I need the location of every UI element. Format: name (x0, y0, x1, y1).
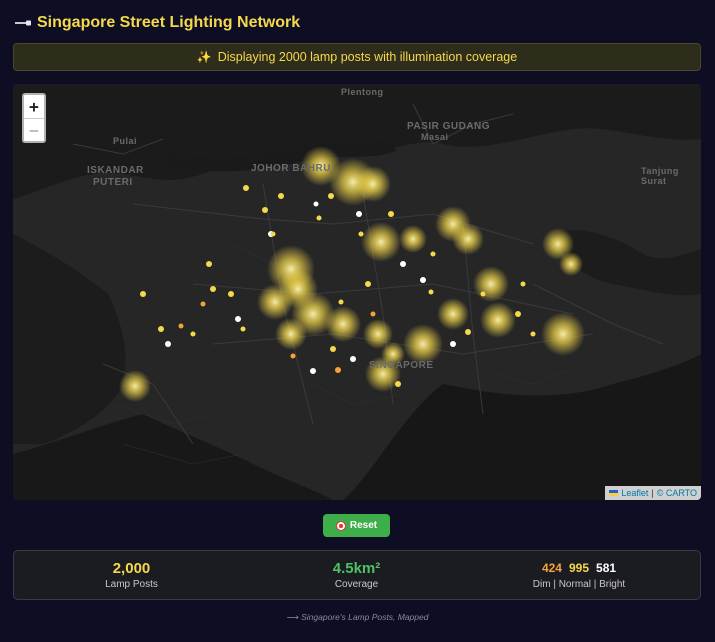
page-title: Singapore Street Lighting Network (15, 14, 300, 32)
stat-brightness: 424 995 581 Dim | Normal | Bright (519, 551, 639, 599)
normal-count: 995 (568, 560, 590, 575)
reset-label: Reset (349, 520, 378, 531)
target-icon (335, 520, 346, 531)
lamp-posts-count: 2,000 (112, 560, 151, 577)
banner-text: Displaying 2000 lamp posts with illumina… (217, 50, 518, 64)
stat-lamp-posts: 2,000 Lamp Posts (84, 551, 179, 599)
map-label-pulai: Pulai (113, 136, 138, 146)
coverage-label: Coverage (334, 579, 379, 590)
reset-button[interactable]: Reset (323, 514, 390, 537)
zoom-in-button[interactable]: + (24, 95, 44, 118)
ukraine-flag-icon (609, 490, 619, 496)
coverage-value: 4.5km² (332, 560, 381, 577)
bright-count: 581 (596, 560, 617, 575)
attribution-separator: | (651, 488, 654, 498)
map-label-singapore: SINGAPORE (369, 360, 434, 371)
map-label-pasir-gudang: PASIR GUDANG (407, 121, 491, 132)
map-label-iskandar: ISKANDAR (87, 165, 144, 176)
map-view[interactable]: + − Plentong PASIR GUDANG Masai Pulai IS… (13, 84, 701, 500)
map-label-tanjung-surat: Tanjung Surat (641, 166, 679, 186)
leaflet-link[interactable]: Leaflet (621, 488, 648, 498)
map-basemap (13, 84, 701, 500)
stat-coverage: 4.5km² Coverage (309, 551, 404, 599)
status-banner: ✨ Displaying 2000 lamp posts with illumi… (13, 43, 701, 71)
lamp-posts-label: Lamp Posts (105, 579, 158, 590)
carto-link[interactable]: © CARTO (657, 488, 697, 498)
illumination-halos (119, 146, 585, 402)
lamp-post-icon (15, 18, 31, 28)
sparkles-icon: ✨ (196, 50, 212, 64)
map-label-puteri: PUTERI (93, 177, 133, 188)
dim-count: 424 (541, 560, 562, 575)
footer-caption: ⟶ Singapore's Lamp Posts, Mapped (286, 612, 429, 622)
map-label-masai: Masai (421, 132, 449, 142)
map-label-plentong: Plentong (341, 87, 384, 97)
zoom-out-button[interactable]: − (24, 118, 44, 141)
map-attribution: Leaflet | © CARTO (605, 486, 701, 500)
stats-panel: 2,000 Lamp Posts 4.5km² Coverage 424 995… (13, 550, 701, 600)
map-label-johor-bahru: JOHOR BAHRU (251, 163, 331, 174)
brightness-label: Dim | Normal | Bright (532, 578, 626, 590)
title-text: Singapore Street Lighting Network (37, 14, 301, 31)
zoom-control: + − (22, 93, 46, 143)
